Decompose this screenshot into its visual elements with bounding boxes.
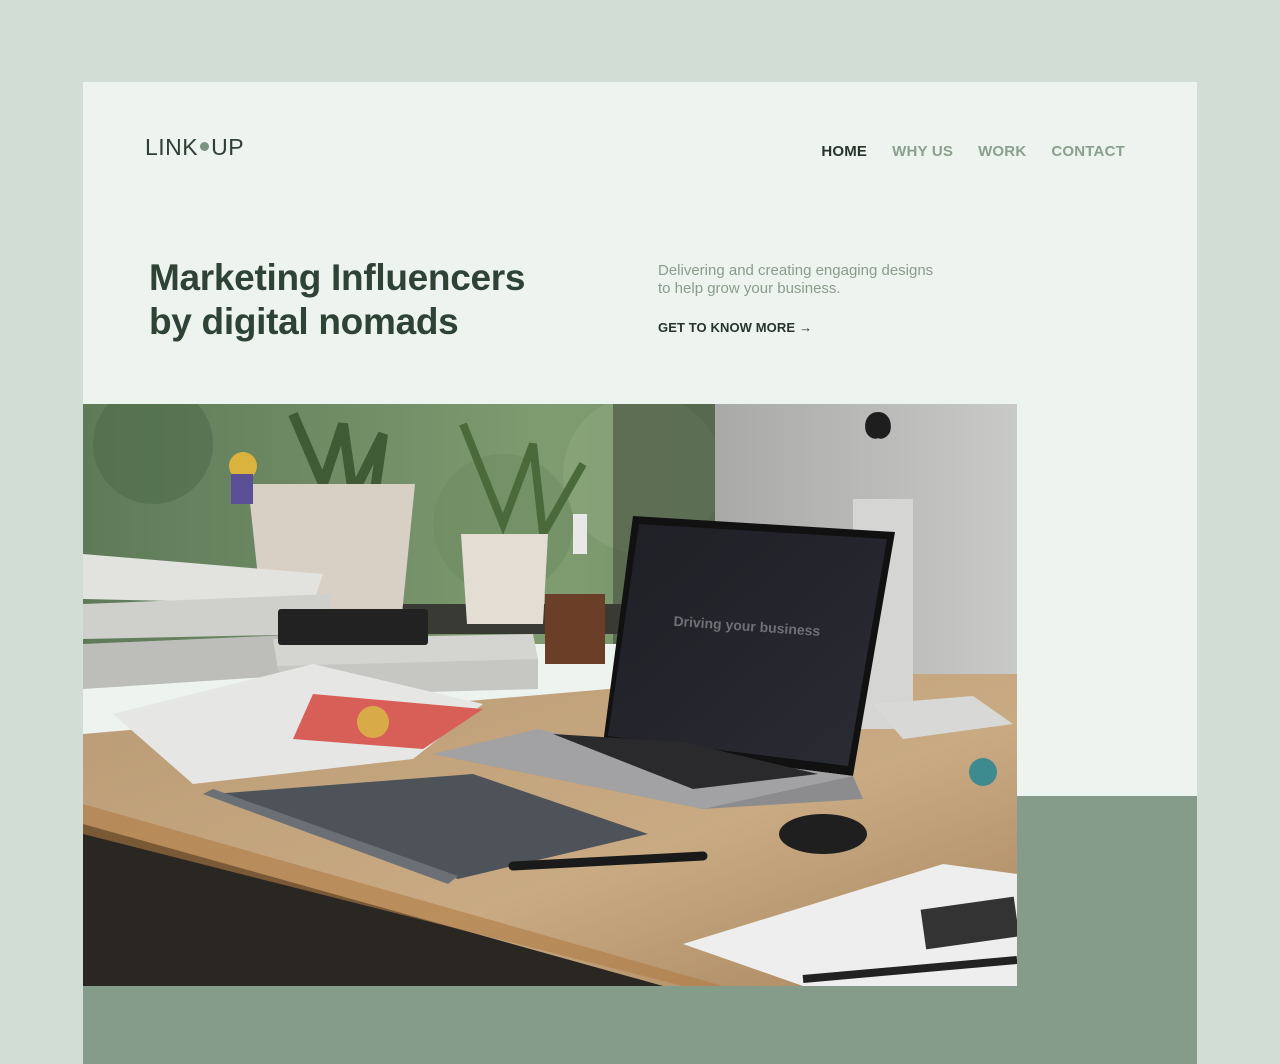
hero-photo: Driving your business bbox=[83, 404, 1017, 986]
landing-card: LINK UP HOME WHY US WORK CONTACT Marketi… bbox=[83, 82, 1197, 1064]
cta-label: GET TO KNOW MORE bbox=[658, 320, 796, 335]
logo-text-right: UP bbox=[211, 134, 245, 160]
hero-headline-line-2: by digital nomads bbox=[149, 301, 459, 342]
logo-dot-icon bbox=[200, 142, 210, 151]
arrow-right-icon: → bbox=[799, 320, 813, 335]
hero-tagline-line-1: Delivering and creating engaging designs bbox=[658, 262, 934, 279]
get-to-know-more-link[interactable]: GET TO KNOW MORE → bbox=[658, 320, 812, 335]
nav-item-contact[interactable]: CONTACT bbox=[1051, 143, 1125, 160]
workspace-illustration: Driving your business bbox=[83, 404, 1017, 986]
main-nav: HOME WHY US WORK CONTACT bbox=[821, 143, 1125, 160]
hero-headline: Marketing Influencers by digital nomads bbox=[149, 256, 525, 344]
hero-headline-line-1: Marketing Influencers bbox=[149, 257, 526, 298]
brand-logo[interactable]: LINK UP bbox=[145, 134, 244, 161]
nav-item-work[interactable]: WORK bbox=[978, 143, 1026, 160]
hero-tagline-line-2: to help grow your business. bbox=[658, 280, 841, 297]
logo-text-left: LINK bbox=[145, 134, 199, 160]
hero-tagline: Delivering and creating engaging designs… bbox=[658, 262, 933, 298]
nav-item-why-us[interactable]: WHY US bbox=[892, 143, 953, 160]
nav-item-home[interactable]: HOME bbox=[821, 143, 867, 160]
